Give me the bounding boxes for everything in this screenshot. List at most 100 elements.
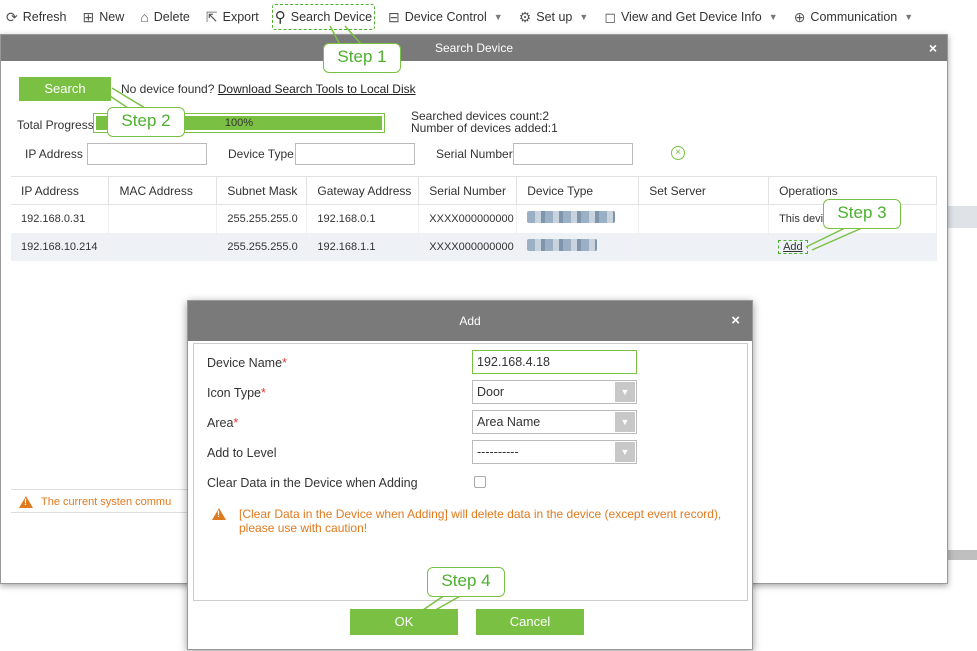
clear-data-warning: [Clear Data in the Device when Adding] w… [212,507,739,535]
device-control-icon: ⊟ [388,8,400,25]
new-button[interactable]: ⊞ New [81,5,127,29]
close-icon[interactable]: × [731,301,740,341]
globe-icon: ⊕ [793,8,806,25]
search-counts: Searched devices count:2 Number of devic… [411,110,558,134]
search-device-button[interactable]: ⚲ Search Device [271,4,376,30]
background-scroll [948,550,977,560]
communication-menu[interactable]: ⊕ Communication ▼ [792,5,916,29]
search-icon: ⚲ [274,9,286,26]
type-filter-input[interactable] [295,143,415,165]
cell-server [638,232,770,261]
cell-mac [108,232,218,261]
icon-type-select[interactable]: Door ▼ [472,380,637,404]
chevron-down-icon: ▼ [615,442,635,462]
area-select[interactable]: Area Name ▼ [472,410,637,434]
add-dialog-header: Add × [188,301,752,341]
chevron-down-icon: ▼ [768,12,778,22]
cell-ip: 192.168.10.214 [11,232,110,261]
level-select[interactable]: ---------- ▼ [472,440,637,464]
device-table: IP Address MAC Address Subnet Mask Gatew… [11,176,937,261]
device-name-label: Device Name* [207,356,287,370]
progress-text: 100% [224,117,254,129]
new-label: New [99,10,125,24]
col-mask: Subnet Mask [216,176,308,205]
step-2-callout: Step 2 [107,107,185,137]
no-device-text: No device found? Download Search Tools t… [121,82,416,96]
chevron-down-icon: ▼ [615,382,635,402]
delete-button[interactable]: ⌂ Delete [138,5,192,29]
step-3-callout: Step 3 [823,199,901,229]
clear-filter-icon[interactable]: × [671,146,685,160]
col-set-server: Set Server [638,176,770,205]
export-icon: ⇱ [205,8,218,25]
close-icon[interactable]: × [929,35,937,61]
background-row [948,206,977,228]
progress-label: Total Progress [17,118,94,132]
serial-filter-label: Serial Number [436,147,513,161]
cell-server [638,204,770,233]
gear-icon: ⚙ [518,8,532,25]
toolbar: ⟳ Refresh ⊞ New ⌂ Delete ⇱ Export ⚲ Sear… [0,0,977,34]
device-control-label: Device Control [404,10,487,24]
cell-device-type [516,204,640,233]
view-info-label: View and Get Device Info [620,10,762,24]
area-label: Area* [207,416,239,430]
warning-icon [19,496,33,508]
col-ip: IP Address [11,176,110,205]
area-value: Area Name [477,415,541,429]
export-button[interactable]: ⇱ Export [204,5,261,29]
cell-gateway: 192.168.1.1 [306,232,420,261]
chevron-down-icon: ▼ [615,412,635,432]
table-row[interactable]: 192.168.10.214 255.255.255.0 192.168.1.1… [11,232,937,261]
level-label: Add to Level [207,446,277,460]
device-control-menu[interactable]: ⊟ Device Control ▼ [386,5,505,29]
delete-label: Delete [153,10,190,24]
dialog-header: Search Device × [1,35,947,61]
col-gateway: Gateway Address [306,176,420,205]
table-row[interactable]: 192.168.0.31 255.255.255.0 192.168.0.1 X… [11,204,937,233]
add-device-link[interactable]: Add [778,239,808,254]
add-form: Device Name* 192.168.4.18 Icon Type* Doo… [193,343,748,601]
clear-data-label: Clear Data in the Device when Adding [207,476,418,490]
cancel-button[interactable]: Cancel [476,609,584,635]
ip-filter-label: IP Address [25,147,83,161]
cell-operation: Add [768,232,937,261]
search-device-label: Search Device [290,10,373,24]
cell-serial: XXXX000000000 [418,232,518,261]
table-header-row: IP Address MAC Address Subnet Mask Gatew… [11,176,937,205]
download-tools-link[interactable]: Download Search Tools to Local Disk [218,82,416,96]
cell-device-type [516,232,640,261]
device-name-input[interactable]: 192.168.4.18 [472,350,637,374]
device-type-image [527,239,598,251]
icon-type-value: Door [477,385,505,399]
serial-filter-input[interactable] [513,143,633,165]
search-button[interactable]: Search [19,77,111,101]
warning-icon [212,508,226,520]
setup-menu[interactable]: ⚙ Set up ▼ [517,5,591,29]
chevron-down-icon: ▼ [493,12,503,22]
ok-button[interactable]: OK [350,609,458,635]
level-value: ---------- [477,445,519,459]
type-filter-label: Device Type [228,147,294,161]
col-device-type: Device Type [516,176,640,205]
cell-gateway: 192.168.0.1 [306,204,420,233]
clear-data-warning-text: [Clear Data in the Device when Adding] w… [239,507,722,535]
ip-filter-input[interactable] [87,143,207,165]
view-info-menu[interactable]: ◻ View and Get Device Info ▼ [602,5,779,29]
device-type-image [527,211,616,224]
chevron-down-icon: ▼ [579,12,589,22]
refresh-icon: ⟳ [6,8,18,25]
step-4-callout: Step 4 [427,567,505,597]
cell-mask: 255.255.255.0 [216,232,308,261]
refresh-button[interactable]: ⟳ Refresh [4,5,69,29]
communication-warning-text: The current systen commu [41,496,172,508]
communication-label: Communication [810,10,898,24]
communication-warning: The current systen commu [11,489,191,513]
icon-type-label: Icon Type* [207,386,266,400]
clear-data-checkbox[interactable] [474,476,486,488]
chevron-down-icon: ▼ [904,12,914,22]
cell-ip: 192.168.0.31 [11,204,110,233]
new-icon: ⊞ [82,8,95,25]
col-mac: MAC Address [108,176,218,205]
no-device-label: No device found? [121,82,215,96]
